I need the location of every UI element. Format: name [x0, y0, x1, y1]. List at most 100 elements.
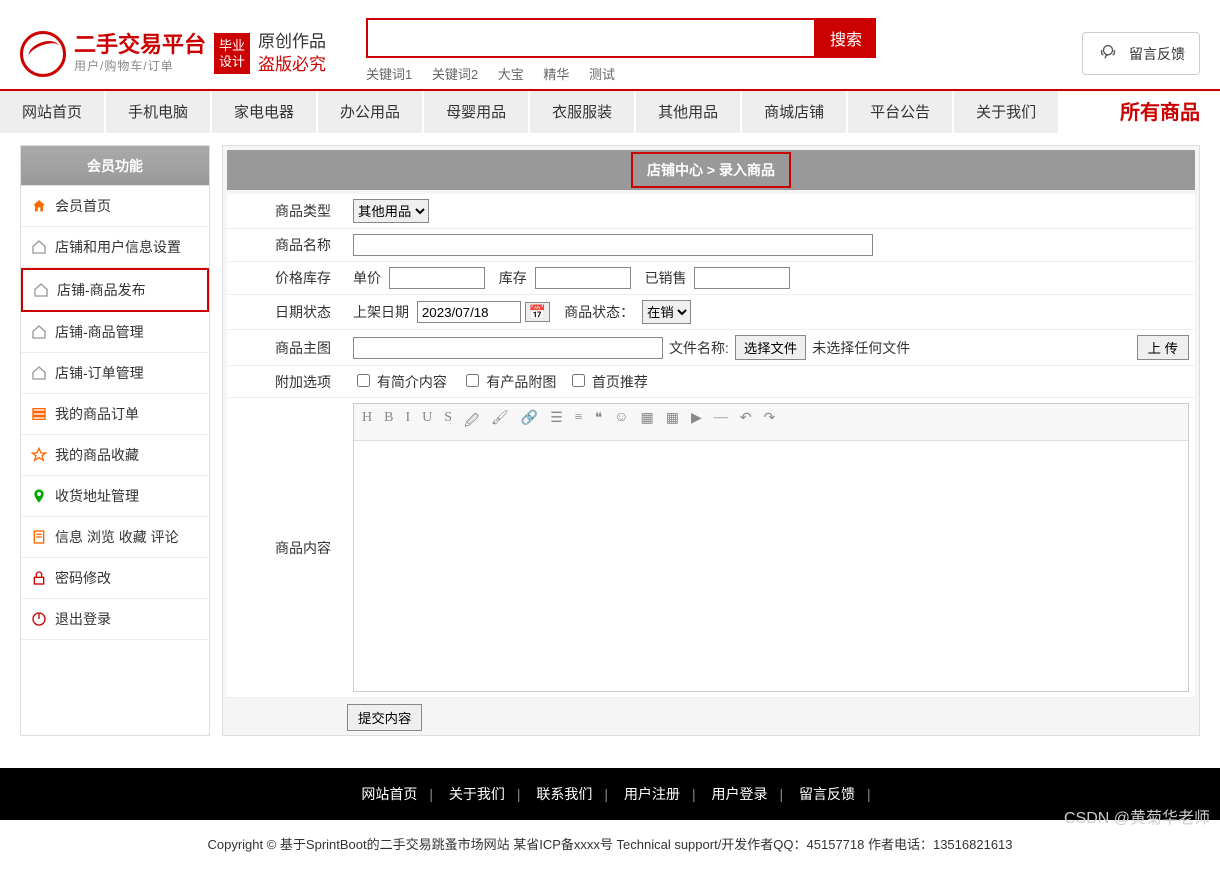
label-extra: 附加选项: [227, 366, 347, 398]
nav-all-products[interactable]: 所有商品: [1120, 91, 1220, 133]
sidebar-item-label: 店铺-商品发布: [57, 280, 146, 300]
keyword-link[interactable]: 关键词1: [366, 67, 412, 82]
footer-link[interactable]: 联系我们: [524, 786, 604, 802]
sidebar-item-label: 店铺-订单管理: [55, 363, 144, 383]
sidebar-item-label: 退出登录: [55, 609, 111, 629]
sidebar-item[interactable]: 店铺和用户信息设置: [21, 227, 209, 268]
keyword-link[interactable]: 测试: [589, 67, 615, 82]
upload-button[interactable]: 上 传: [1137, 335, 1189, 360]
star-icon: [31, 447, 47, 463]
nav-item[interactable]: 商城店铺: [742, 91, 846, 133]
sidebar-item-label: 信息 浏览 收藏 评论: [55, 527, 179, 547]
editor-tool-icon[interactable]: ↶: [740, 410, 752, 434]
editor-tool-icon[interactable]: —: [714, 410, 728, 434]
sidebar-item[interactable]: 会员首页: [21, 186, 209, 227]
label-content: 商品内容: [227, 398, 347, 698]
home-gray-icon: [31, 239, 47, 255]
stock-input[interactable]: [535, 267, 631, 289]
editor-tool-icon[interactable]: H: [362, 410, 372, 434]
footer-link[interactable]: 留言反馈: [787, 786, 867, 802]
image-path-input[interactable]: [353, 337, 663, 359]
nav-item[interactable]: 其他用品: [636, 91, 740, 133]
logo-title: 二手交易平台: [74, 33, 206, 57]
submit-button[interactable]: 提交内容: [347, 704, 422, 731]
sidebar-item[interactable]: 密码修改: [21, 558, 209, 599]
no-file-text: 未选择任何文件: [812, 338, 910, 358]
editor-tool-icon[interactable]: 🔗: [521, 410, 538, 434]
keyword-link[interactable]: 关键词2: [432, 67, 478, 82]
nav-item[interactable]: 平台公告: [848, 91, 952, 133]
keyword-link[interactable]: 大宝: [498, 67, 524, 82]
footer-link[interactable]: 网站首页: [349, 786, 429, 802]
keyword-link[interactable]: 精华: [543, 67, 569, 82]
editor-tool-icon[interactable]: ▦: [666, 410, 679, 434]
search-button[interactable]: 搜索: [816, 18, 876, 58]
editor-tool-icon[interactable]: ❝: [595, 410, 603, 434]
logo-icon: [20, 31, 66, 77]
editor-tool-icon[interactable]: S: [444, 410, 452, 434]
nav-item[interactable]: 办公用品: [318, 91, 422, 133]
nav-item[interactable]: 手机电脑: [106, 91, 210, 133]
location-icon: [31, 488, 47, 504]
sidebar-item[interactable]: 店铺-商品发布: [21, 268, 209, 312]
headset-icon: [1097, 41, 1119, 66]
doc-icon: [31, 529, 47, 545]
editor-tool-icon[interactable]: ☺: [614, 410, 628, 434]
search-input[interactable]: [366, 18, 816, 58]
label-image: 商品主图: [227, 330, 347, 366]
price-input[interactable]: [389, 267, 485, 289]
sidebar-item[interactable]: 退出登录: [21, 599, 209, 640]
footer-link[interactable]: 用户注册: [612, 786, 692, 802]
sidebar-item-label: 我的商品订单: [55, 404, 139, 424]
editor-tool-icon[interactable]: ☰: [550, 410, 563, 434]
cb-intro[interactable]: 有简介内容: [353, 374, 447, 390]
sidebar-item[interactable]: 收货地址管理: [21, 476, 209, 517]
editor-tool-icon[interactable]: 🖌: [491, 410, 509, 434]
list-icon: [31, 406, 47, 422]
editor-toolbar: HBIUS 🖉 🖌 🔗 ☰ ≡ ❝ ☺ ▦ ▦ ▶ — ↶ ↷: [354, 404, 1188, 441]
footer-link[interactable]: 用户登录: [699, 786, 779, 802]
home-gray-icon: [33, 282, 49, 298]
editor-body[interactable]: [354, 441, 1188, 691]
nav-item[interactable]: 网站首页: [0, 91, 104, 133]
feedback-button[interactable]: 留言反馈: [1082, 32, 1200, 75]
main-nav: 网站首页 手机电脑 家电电器 办公用品 母婴用品 衣服服装 其他用品 商城店铺 …: [0, 89, 1220, 133]
editor-tool-icon[interactable]: ▶: [691, 410, 702, 434]
status-select[interactable]: 在销: [642, 300, 691, 324]
cb-images[interactable]: 有产品附图: [462, 374, 556, 390]
sidebar: 会员功能 会员首页店铺和用户信息设置店铺-商品发布店铺-商品管理店铺-订单管理我…: [20, 145, 210, 736]
sidebar-item[interactable]: 店铺-订单管理: [21, 353, 209, 394]
sidebar-item[interactable]: 店铺-商品管理: [21, 312, 209, 353]
label-stock: 价格库存: [227, 262, 347, 295]
product-type-select[interactable]: 其他用品: [353, 199, 429, 223]
sidebar-item[interactable]: 我的商品收藏: [21, 435, 209, 476]
logo-text: 二手交易平台 用户/购物车/订单: [74, 33, 206, 74]
sidebar-item-label: 店铺-商品管理: [55, 322, 144, 342]
lock-icon: [31, 570, 47, 586]
editor-tool-icon[interactable]: I: [405, 410, 410, 434]
rich-editor: HBIUS 🖉 🖌 🔗 ☰ ≡ ❝ ☺ ▦ ▦ ▶ — ↶ ↷: [353, 403, 1189, 692]
editor-tool-icon[interactable]: U: [422, 410, 432, 434]
date-input[interactable]: [417, 301, 521, 323]
footer-link[interactable]: 关于我们: [437, 786, 517, 802]
nav-item[interactable]: 关于我们: [954, 91, 1058, 133]
calendar-icon[interactable]: 📅: [525, 302, 550, 322]
footer-nav: 网站首页| 关于我们| 联系我们| 用户注册| 用户登录| 留言反馈|: [0, 768, 1220, 820]
editor-tool-icon[interactable]: 🖉: [464, 410, 479, 434]
nav-item[interactable]: 衣服服装: [530, 91, 634, 133]
product-name-input[interactable]: [353, 234, 873, 256]
choose-file-button[interactable]: 选择文件: [735, 335, 806, 360]
sold-input[interactable]: [694, 267, 790, 289]
editor-tool-icon[interactable]: B: [384, 410, 393, 434]
nav-item[interactable]: 家电电器: [212, 91, 316, 133]
editor-tool-icon[interactable]: ≡: [575, 410, 583, 434]
home-gray-icon: [31, 365, 47, 381]
sidebar-item[interactable]: 信息 浏览 收藏 评论: [21, 517, 209, 558]
editor-tool-icon[interactable]: ↷: [764, 410, 776, 434]
sidebar-item-label: 密码修改: [55, 568, 111, 588]
cb-recommend[interactable]: 首页推荐: [568, 374, 648, 390]
editor-tool-icon[interactable]: ▦: [641, 410, 654, 434]
sidebar-item[interactable]: 我的商品订单: [21, 394, 209, 435]
label-type: 商品类型: [227, 194, 347, 229]
nav-item[interactable]: 母婴用品: [424, 91, 528, 133]
